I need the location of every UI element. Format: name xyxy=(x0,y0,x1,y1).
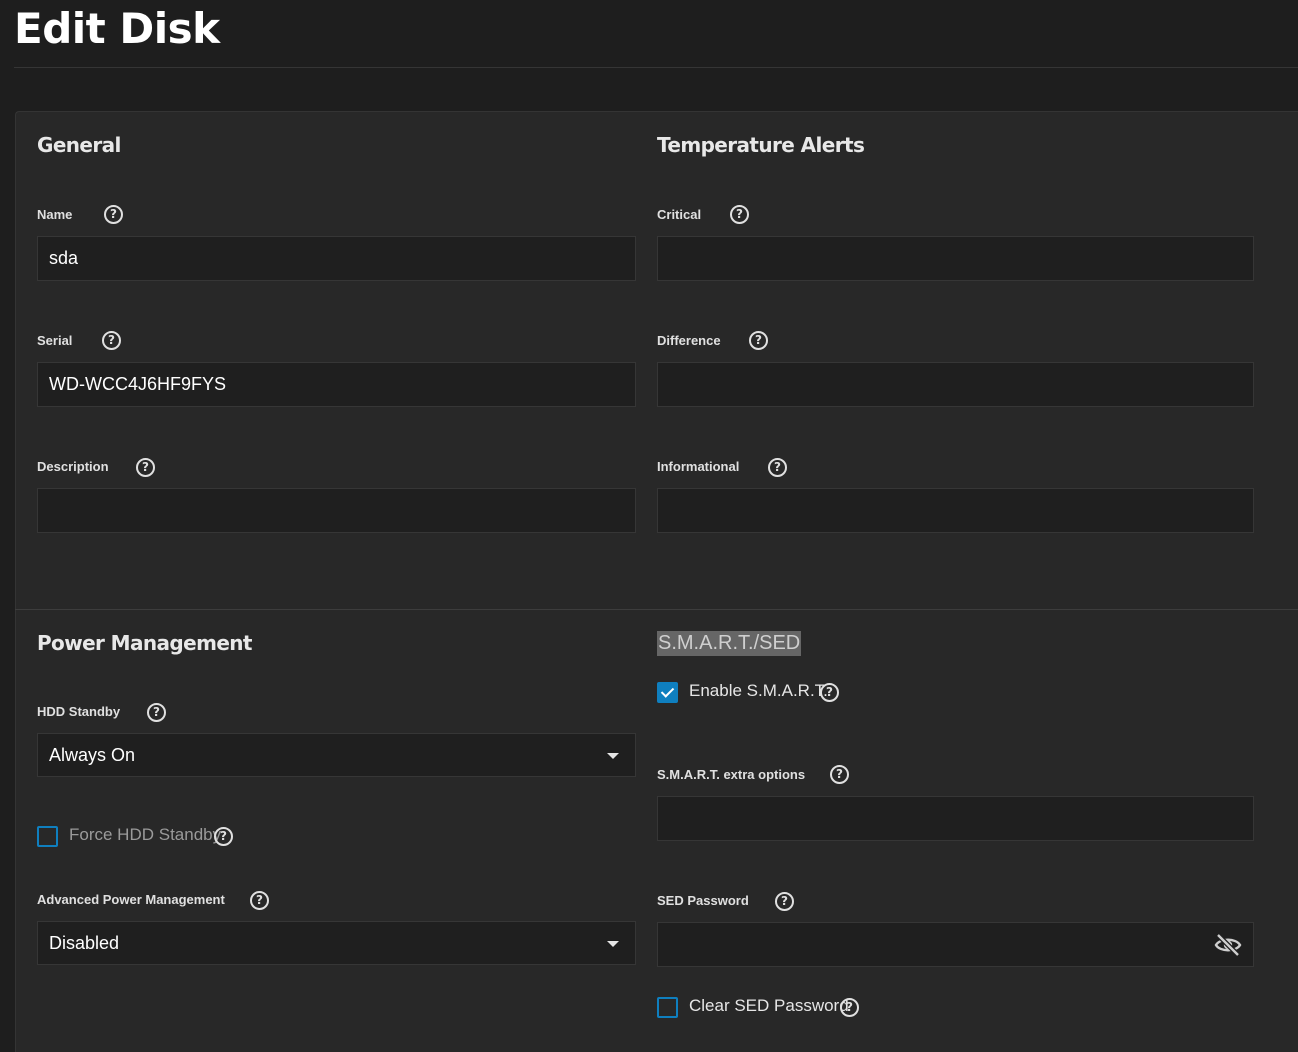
apm-label: Advanced Power Management xyxy=(37,892,225,907)
smart-extra-options-help-icon[interactable]: ? xyxy=(830,765,849,784)
temperature-section-title: Temperature Alerts xyxy=(657,133,865,157)
description-input[interactable] xyxy=(37,488,636,533)
serial-label: Serial xyxy=(37,333,73,348)
critical-help-icon[interactable]: ? xyxy=(730,205,749,224)
name-label: Name xyxy=(37,207,73,222)
smart-extra-options-input[interactable] xyxy=(657,796,1254,841)
clear-sed-password-checkbox[interactable] xyxy=(657,997,678,1018)
power-section-title: Power Management xyxy=(37,631,252,655)
enable-smart-help-icon[interactable]: ? xyxy=(820,683,839,702)
eye-off-icon[interactable] xyxy=(1214,932,1242,958)
force-hdd-standby-checkbox[interactable] xyxy=(37,826,58,847)
smart-section-title: S.M.A.R.T./SED xyxy=(657,631,802,656)
sed-password-input[interactable] xyxy=(657,922,1254,967)
informational-label: Informational xyxy=(657,459,740,474)
difference-help-icon[interactable]: ? xyxy=(749,331,768,350)
force-hdd-standby-help-icon[interactable]: ? xyxy=(214,827,233,846)
description-label: Description xyxy=(37,459,109,474)
informational-input[interactable] xyxy=(657,488,1254,533)
hdd-standby-value: Always On xyxy=(49,745,136,765)
name-help-icon[interactable]: ? xyxy=(104,205,123,224)
serial-help-icon[interactable]: ? xyxy=(102,331,121,350)
sed-password-label: SED Password xyxy=(657,893,749,908)
enable-smart-label: Enable S.M.A.R.T. xyxy=(689,681,828,700)
page-title: Edit Disk xyxy=(14,4,220,53)
difference-input[interactable] xyxy=(657,362,1254,407)
title-divider xyxy=(14,67,1298,68)
hdd-standby-label: HDD Standby xyxy=(37,704,121,719)
critical-input[interactable] xyxy=(657,236,1254,281)
clear-sed-password-help-icon[interactable]: ? xyxy=(840,998,859,1017)
apm-select[interactable]: Disabled xyxy=(37,921,636,965)
enable-smart-checkbox[interactable] xyxy=(657,682,678,703)
apm-help-icon[interactable]: ? xyxy=(250,891,269,910)
hdd-standby-select[interactable]: Always On xyxy=(37,733,636,777)
apm-value: Disabled xyxy=(49,933,120,953)
critical-label: Critical xyxy=(657,207,702,222)
name-input[interactable]: sda xyxy=(37,236,636,281)
sed-password-help-icon[interactable]: ? xyxy=(775,892,794,911)
description-help-icon[interactable]: ? xyxy=(136,458,155,477)
informational-help-icon[interactable]: ? xyxy=(768,458,787,477)
chevron-down-icon xyxy=(607,753,619,759)
force-hdd-standby-label: Force HDD Standby xyxy=(69,825,222,844)
clear-sed-password-label: Clear SED Password xyxy=(689,996,849,1015)
hdd-standby-help-icon[interactable]: ? xyxy=(147,703,166,722)
chevron-down-icon xyxy=(607,941,619,947)
smart-extra-options-label: S.M.A.R.T. extra options xyxy=(657,767,806,782)
serial-input[interactable]: WD-WCC4J6HF9FYS xyxy=(37,362,636,407)
general-section-title: General xyxy=(37,133,121,157)
section-divider xyxy=(15,609,1298,610)
difference-label: Difference xyxy=(657,333,721,348)
